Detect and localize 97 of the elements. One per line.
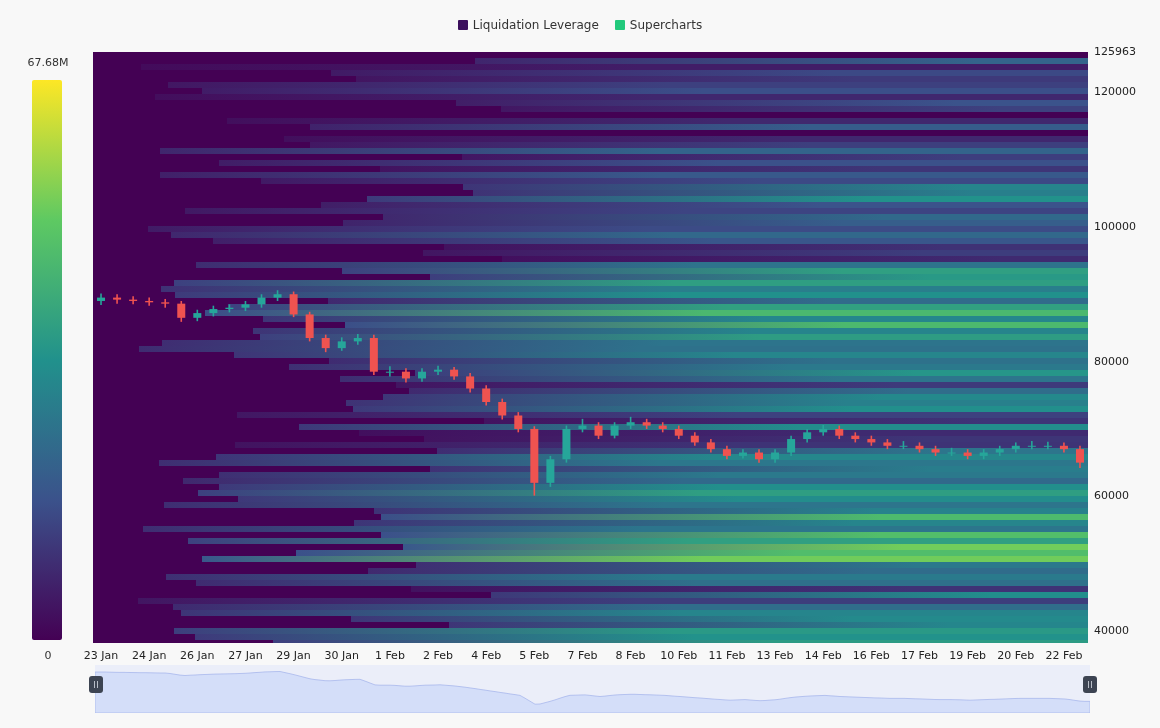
x-axis-label: 8 Feb <box>615 649 646 663</box>
candle <box>1076 445 1084 469</box>
x-axis-label: 27 Jan <box>228 649 263 663</box>
candle <box>851 431 860 444</box>
candle <box>113 293 122 305</box>
scale-max-label: 67.68M <box>26 55 70 71</box>
x-axis-label: 5 Feb <box>519 649 550 663</box>
candle <box>899 440 908 450</box>
y-axis-label: 120000 <box>1094 85 1136 100</box>
x-axis-label: 17 Feb <box>901 649 938 663</box>
x-axis-label: 22 Feb <box>1045 649 1083 663</box>
legend-item[interactable]: Supercharts <box>614 16 703 34</box>
candle <box>145 296 154 307</box>
candle <box>1027 440 1036 450</box>
x-axis-label: 29 Jan <box>276 649 311 663</box>
grip-icon <box>1088 681 1092 688</box>
candle <box>1059 441 1068 454</box>
x-axis-label: 19 Feb <box>949 649 987 663</box>
candle <box>418 367 426 383</box>
y-axis-label: 40000 <box>1094 624 1129 638</box>
x-axis-label: 14 Feb <box>804 649 842 663</box>
x-axis-label: 24 Jan <box>131 649 167 663</box>
x-axis-label: 26 Jan <box>180 649 215 663</box>
candle <box>385 365 394 378</box>
candle <box>562 424 571 464</box>
legend-item[interactable]: Liquidation Leverage <box>457 16 599 34</box>
candle <box>626 416 635 430</box>
candle <box>947 447 956 457</box>
candle <box>466 372 475 394</box>
candle <box>963 448 972 461</box>
candle <box>915 441 924 454</box>
y-axis-label: 100000 <box>1094 219 1136 234</box>
candle <box>931 445 940 457</box>
candle <box>771 448 780 464</box>
candle <box>161 298 170 309</box>
candle <box>289 290 298 318</box>
candle <box>578 418 587 434</box>
candle <box>610 421 619 440</box>
candle <box>706 438 715 454</box>
candle <box>642 418 651 430</box>
x-axis-label: 16 Feb <box>852 649 890 663</box>
candle <box>209 304 218 318</box>
candle <box>225 303 234 314</box>
grip-icon <box>94 681 98 688</box>
candle <box>674 424 683 440</box>
candle <box>241 300 250 312</box>
candle <box>97 292 105 306</box>
candle <box>835 424 844 440</box>
candle <box>690 431 699 447</box>
scale-min-label: 0 <box>43 648 53 664</box>
x-axis-label: 4 Feb <box>471 649 502 663</box>
candle <box>498 397 507 421</box>
candle <box>434 364 443 376</box>
candle <box>755 448 763 464</box>
candle <box>803 428 812 444</box>
candle <box>546 455 555 488</box>
x-axis-label: 2 Feb <box>423 649 453 663</box>
candle <box>353 333 362 346</box>
candle <box>658 421 667 434</box>
candle <box>193 308 202 322</box>
candle <box>482 384 491 407</box>
candle <box>129 295 138 306</box>
candle <box>883 438 892 450</box>
candle <box>177 300 186 323</box>
candle <box>1043 440 1052 450</box>
x-axis-label: 1 Feb <box>374 649 405 663</box>
candle <box>738 448 747 460</box>
candle <box>1011 441 1020 454</box>
candle <box>369 333 378 376</box>
candle <box>337 336 346 352</box>
candle <box>979 448 988 461</box>
x-axis-label: 20 Feb <box>997 649 1035 663</box>
x-axis-label: 13 Feb <box>756 649 794 663</box>
candle <box>273 289 282 302</box>
x-axis-label: 11 Feb <box>708 649 746 663</box>
candle <box>257 293 266 309</box>
x-axis-label: 7 Feb <box>567 649 598 663</box>
candle <box>819 424 828 437</box>
candle <box>787 434 796 457</box>
x-axis-label: 30 Jan <box>324 649 359 663</box>
slider-handle[interactable] <box>89 676 103 693</box>
candle <box>450 366 459 381</box>
candle <box>305 310 314 343</box>
candle <box>514 411 523 434</box>
candle <box>722 445 731 461</box>
x-axis-label: 10 Feb <box>660 649 698 663</box>
slider-handle[interactable] <box>1083 676 1097 693</box>
candle <box>594 421 603 440</box>
candle <box>530 425 539 497</box>
candle <box>867 434 876 447</box>
y-axis-label: 60000 <box>1094 489 1129 504</box>
y-axis-label: 80000 <box>1094 354 1129 369</box>
candle <box>995 445 1004 457</box>
candle <box>321 333 330 353</box>
candle <box>401 367 410 384</box>
x-axis-label: 23 Jan <box>83 649 119 663</box>
y-axis-label: 125963 <box>1094 45 1136 59</box>
